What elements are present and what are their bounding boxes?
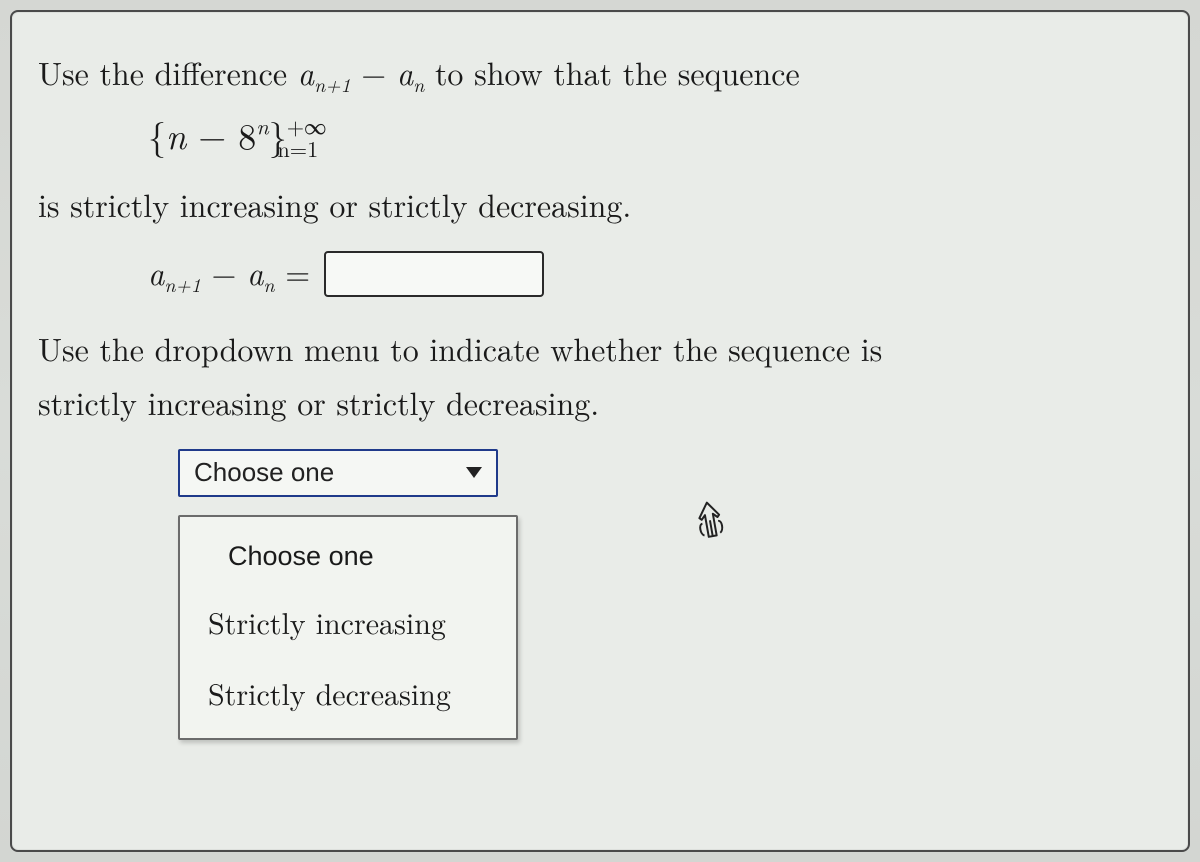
monotonicity-dropdown[interactable]: Choose one — [178, 449, 498, 497]
text: to show that the sequence — [435, 50, 800, 95]
minus-eight: − 8 — [186, 109, 256, 160]
lower-limit: n=1 — [277, 133, 318, 164]
var-a: a — [397, 50, 413, 95]
answer-label: an+1 − an = — [148, 250, 310, 298]
var-a: a — [298, 50, 314, 95]
question-panel: Use the difference an+1 − an to show tha… — [10, 10, 1190, 852]
dropdown-option-decreasing[interactable]: Strictly decreasing — [180, 657, 516, 728]
answer-row: an+1 − an = — [148, 250, 1162, 298]
prompt-line-1: Use the difference an+1 − an to show tha… — [38, 50, 1162, 99]
subscript: n — [413, 70, 424, 98]
difference-expression: an+1 − an — [298, 50, 435, 95]
minus: − — [351, 50, 397, 95]
dropdown-selected-label: Choose one — [194, 457, 334, 488]
subscript: n — [263, 270, 274, 298]
dropdown-option-increasing[interactable]: Strictly increasing — [180, 586, 516, 657]
dropdown-option-placeholder[interactable]: Choose one — [180, 527, 516, 586]
minus: − — [201, 250, 247, 295]
screen-photo-frame: Use the difference an+1 − an to show tha… — [0, 0, 1200, 862]
chevron-down-icon — [466, 467, 482, 478]
dropdown-options-list: Choose one Strictly increasing Strictly … — [178, 515, 518, 740]
subscript: n+1 — [314, 70, 350, 98]
subscript: n+1 — [164, 270, 200, 298]
difference-answer-input[interactable] — [324, 251, 544, 297]
prompt-line-3: Use the dropdown menu to indicate whethe… — [38, 326, 1162, 372]
sequence-expression: {n − 8n}+∞n=1 — [148, 109, 1162, 164]
brace-open: { — [148, 109, 166, 160]
equals: = — [275, 250, 311, 295]
prompt-line-2: is strictly increasing or strictly decre… — [38, 182, 1162, 228]
exponent-n: n — [256, 110, 269, 141]
var-n: n — [166, 109, 186, 160]
var-a: a — [247, 250, 263, 295]
var-a: a — [148, 250, 164, 295]
dropdown-area: Choose one Choose one Strictly increasin… — [178, 449, 1162, 740]
text: Use the difference — [38, 50, 298, 95]
prompt-line-4: strictly increasing or strictly decreasi… — [38, 380, 1162, 426]
